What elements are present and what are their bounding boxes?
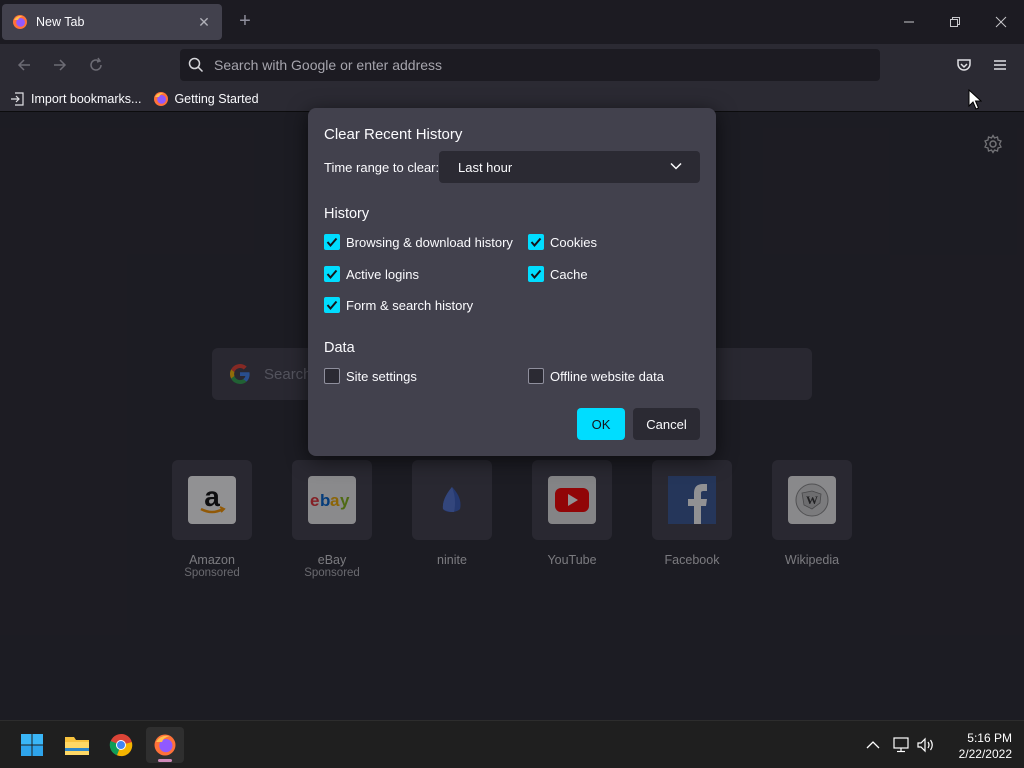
clock-date: 2/22/2022: [958, 747, 1012, 761]
checkbox-site-settings[interactable]: Site settings: [324, 368, 417, 384]
checkbox-checked-icon: [324, 297, 340, 313]
app-menu-button[interactable]: [987, 52, 1013, 78]
checkbox-checked-icon: [324, 234, 340, 250]
tab-strip: New Tab ✕ +: [0, 0, 1024, 44]
search-icon: [188, 57, 204, 73]
checkbox-label: Form & search history: [346, 297, 474, 313]
back-button[interactable]: [11, 52, 37, 78]
checkbox-active-logins[interactable]: Active logins: [324, 266, 419, 282]
nav-bar: Search with Google or enter address: [0, 44, 1024, 86]
checkbox-cookies[interactable]: Cookies: [528, 234, 597, 250]
checkbox-form-search-history[interactable]: Form & search history: [324, 297, 473, 313]
network-icon: [893, 737, 909, 753]
chrome-icon: [109, 733, 133, 757]
new-tab-button[interactable]: +: [234, 10, 256, 32]
speaker-icon: [917, 737, 933, 753]
time-range-label: Time range to clear:: [324, 160, 440, 175]
tab-title: New Tab: [36, 15, 85, 29]
forward-button[interactable]: [47, 52, 73, 78]
taskbar-chrome[interactable]: [102, 727, 140, 763]
hamburger-menu-icon: [994, 60, 1006, 70]
bookmark-getting-started[interactable]: Getting Started: [153, 91, 259, 107]
checkbox-label: Site settings: [346, 368, 417, 384]
firefox-icon: [154, 734, 176, 756]
clock-time: 5:16 PM: [967, 731, 1012, 745]
minimize-icon: [904, 21, 914, 23]
clear-history-dialog: Clear Recent History Time range to clear…: [308, 108, 716, 456]
taskbar-clock[interactable]: 5:16 PM 2/22/2022: [940, 730, 1012, 762]
chevron-down-icon: [670, 162, 682, 170]
dialog-title: Clear Recent History: [324, 126, 463, 143]
tray-overflow-button[interactable]: [862, 734, 884, 756]
checkbox-label: Offline website data: [550, 368, 664, 384]
mouse-cursor-icon: [968, 89, 982, 110]
close-window-icon: [995, 16, 1007, 28]
bookmark-label: Import bookmarks...: [31, 91, 142, 106]
time-range-dropdown[interactable]: Last hour: [439, 151, 700, 183]
cancel-button[interactable]: Cancel: [633, 408, 700, 440]
checkbox-browsing-history[interactable]: Browsing & download history: [324, 234, 513, 250]
bookmark-import[interactable]: Import bookmarks...: [10, 91, 141, 107]
checkbox-unchecked-icon: [324, 368, 340, 384]
checkbox-offline-website-data[interactable]: Offline website data: [528, 368, 664, 384]
pocket-button[interactable]: [951, 52, 977, 78]
reload-icon: [90, 57, 102, 71]
close-icon[interactable]: ✕: [196, 14, 212, 31]
tray-volume[interactable]: [915, 734, 937, 756]
history-heading: History: [324, 206, 370, 222]
url-bar-placeholder: Search with Google or enter address: [214, 57, 443, 73]
checkbox-label: Cache: [550, 266, 588, 282]
ok-button[interactable]: OK: [577, 408, 625, 440]
firefox-icon: [13, 15, 27, 29]
time-range-value: Last hour: [458, 159, 513, 175]
checkbox-unchecked-icon: [528, 368, 544, 384]
checkbox-cache[interactable]: Cache: [528, 266, 588, 282]
taskbar-file-explorer[interactable]: [58, 727, 96, 763]
bookmark-label: Getting Started: [174, 91, 259, 106]
checkbox-checked-icon: [528, 266, 544, 282]
checkbox-label: Cookies: [550, 234, 597, 250]
checkbox-checked-icon: [324, 266, 340, 282]
tray-network[interactable]: [890, 734, 912, 756]
tab-new-tab[interactable]: New Tab ✕: [2, 4, 222, 40]
folder-icon: [65, 737, 89, 755]
reload-button[interactable]: [83, 52, 109, 78]
pocket-icon: [957, 59, 971, 71]
checkbox-label: Browsing & download history: [346, 234, 513, 250]
checkbox-checked-icon: [528, 234, 544, 250]
firefox-icon: [154, 91, 169, 106]
minimize-button[interactable]: [894, 8, 924, 36]
url-bar[interactable]: Search with Google or enter address: [180, 49, 880, 81]
taskbar-firefox[interactable]: [146, 727, 184, 763]
chevron-up-icon: [866, 741, 880, 749]
restore-icon: [950, 17, 960, 27]
checkbox-label: Active logins: [346, 266, 419, 282]
back-arrow-icon: [17, 59, 30, 71]
active-app-indicator: [158, 759, 172, 762]
close-window-button[interactable]: [986, 8, 1016, 36]
forward-arrow-icon: [54, 59, 67, 71]
data-heading: Data: [324, 340, 355, 356]
import-icon: [11, 91, 24, 106]
taskbar: 5:16 PM 2/22/2022: [0, 720, 1024, 768]
start-button[interactable]: [13, 727, 51, 763]
windows-start-icon: [21, 734, 43, 756]
restore-button[interactable]: [940, 8, 970, 36]
